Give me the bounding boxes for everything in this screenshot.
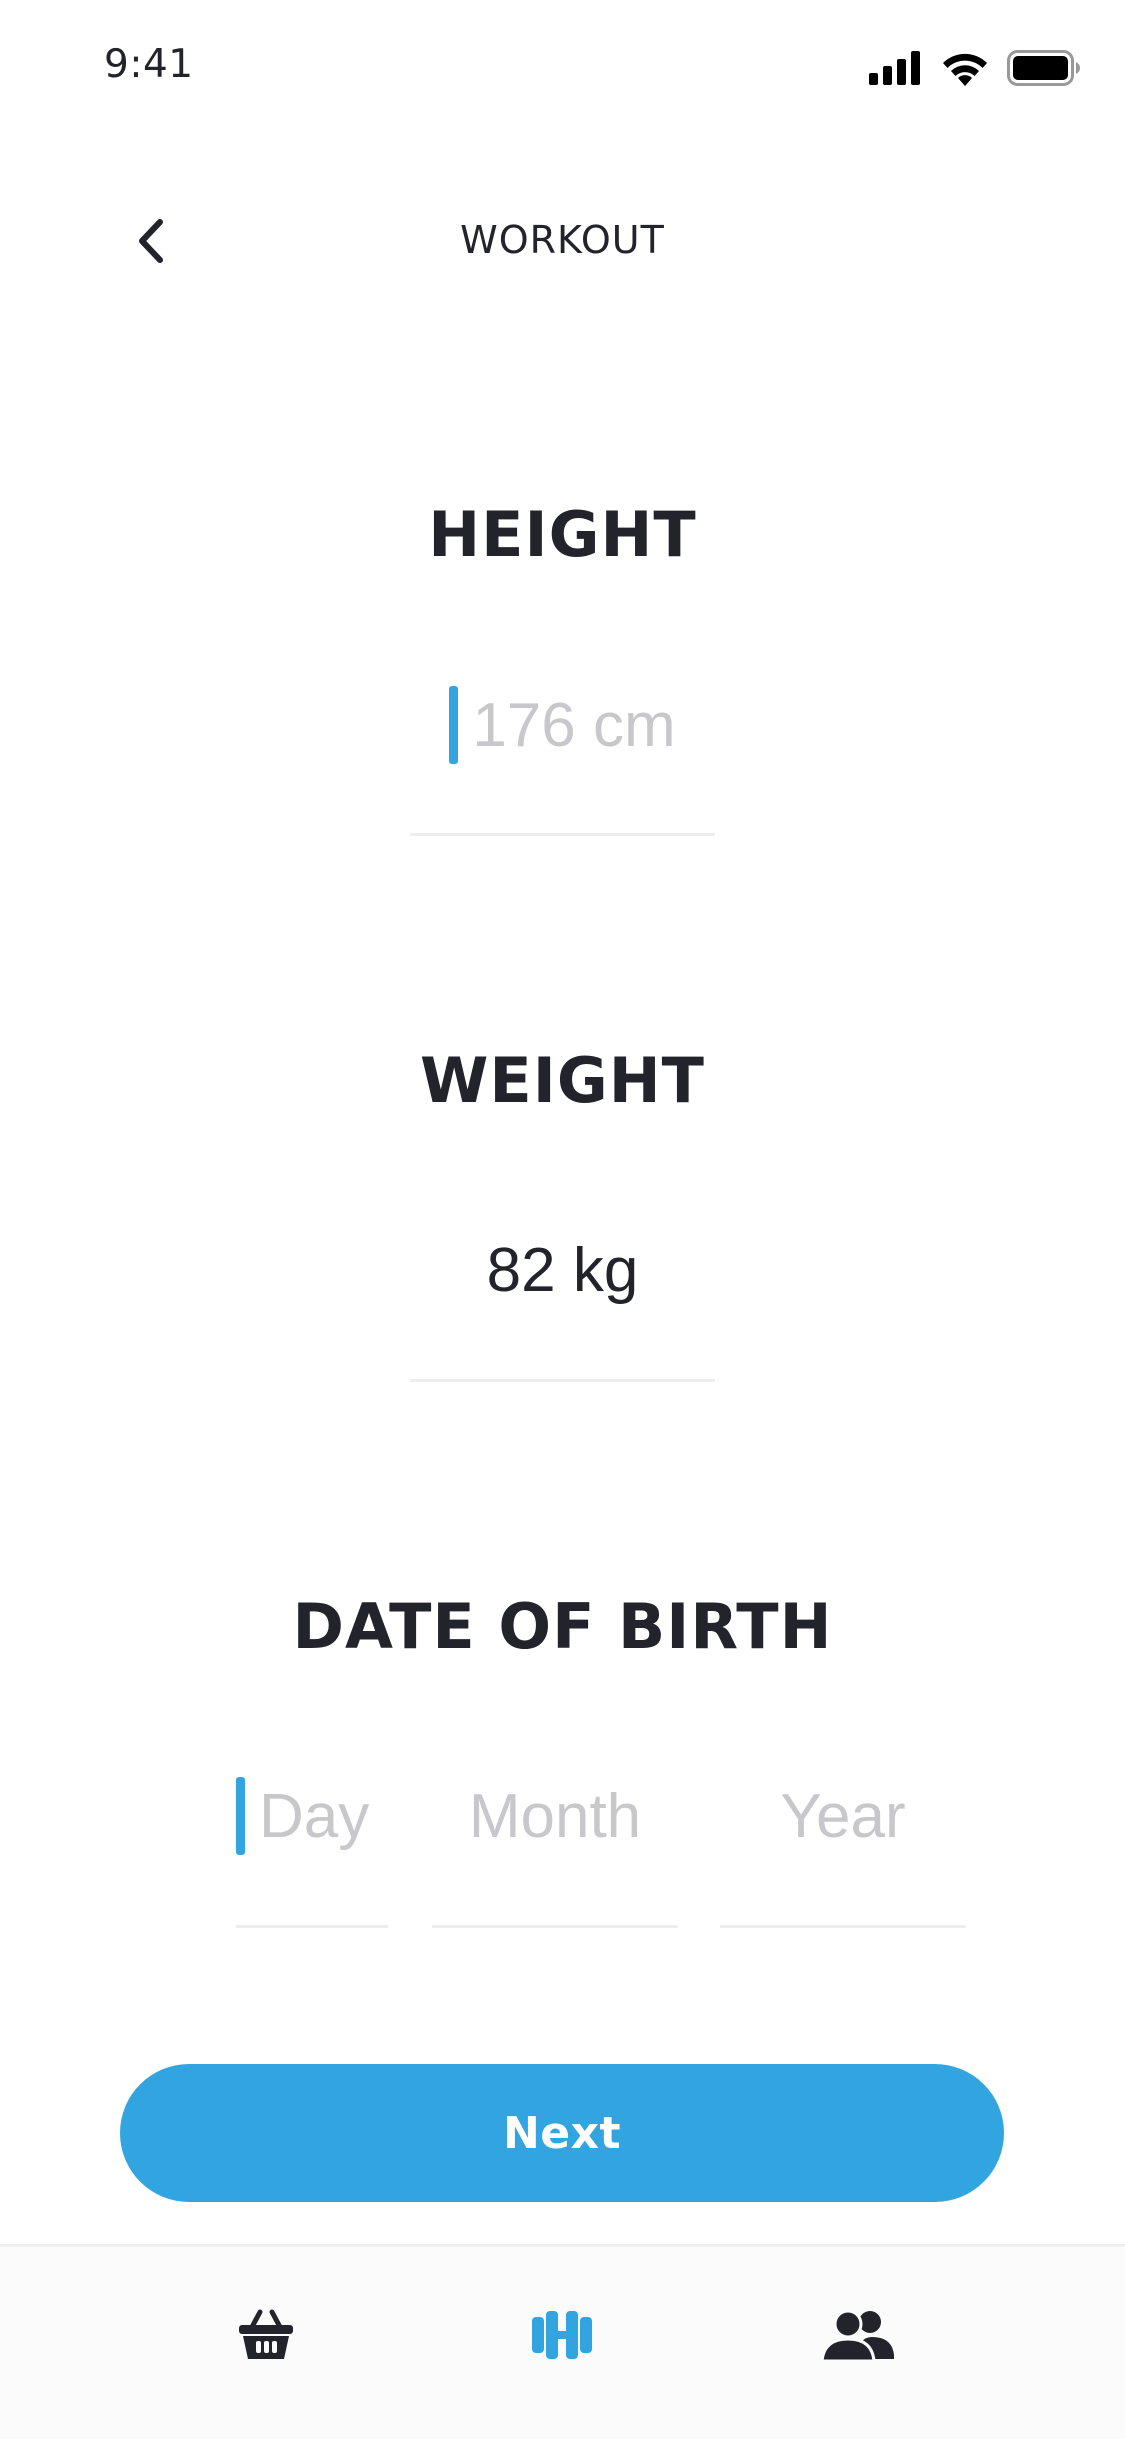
tab-community[interactable] — [818, 2295, 898, 2375]
weight-value: 82 kg — [486, 1235, 639, 1305]
year-placeholder: Year — [780, 1781, 906, 1851]
tab-workout[interactable] — [522, 2295, 602, 2375]
date-of-birth-label: DATE OF BIRTH — [292, 1590, 833, 1663]
signal-icon — [869, 51, 920, 85]
next-button[interactable]: Next — [120, 2064, 1004, 2202]
next-button-label: Next — [502, 2107, 622, 2159]
year-underline — [720, 1925, 966, 1928]
month-input[interactable]: Month — [432, 1766, 678, 1866]
status-icons — [869, 48, 1081, 88]
month-underline — [432, 1925, 678, 1928]
day-placeholder: Day — [259, 1781, 370, 1851]
status-bar: 9:41 — [0, 0, 1125, 132]
basket-icon — [239, 2309, 293, 2359]
weight-label: WEIGHT — [420, 1044, 705, 1117]
tab-shop[interactable] — [226, 2295, 306, 2375]
day-input[interactable]: Day — [236, 1766, 388, 1866]
nav-header: WORKOUT — [0, 186, 1125, 296]
page-title: WORKOUT — [460, 218, 665, 262]
battery-icon — [1007, 50, 1080, 86]
tab-bar — [0, 2244, 1125, 2439]
status-time: 9:41 — [104, 42, 194, 87]
month-placeholder: Month — [468, 1781, 642, 1851]
height-label: HEIGHT — [428, 498, 697, 571]
height-input[interactable]: 176 cm — [410, 675, 715, 775]
text-caret — [449, 686, 459, 764]
weight-input[interactable]: 82 kg — [410, 1220, 715, 1320]
year-input[interactable]: Year — [720, 1766, 966, 1866]
height-placeholder: 176 cm — [472, 690, 676, 760]
weight-underline — [410, 1379, 715, 1382]
day-underline — [236, 1925, 388, 1928]
dumbbell-icon — [532, 2311, 592, 2359]
height-underline — [410, 833, 715, 836]
users-icon — [822, 2309, 894, 2361]
wifi-icon — [943, 53, 987, 86]
text-caret — [236, 1777, 245, 1855]
